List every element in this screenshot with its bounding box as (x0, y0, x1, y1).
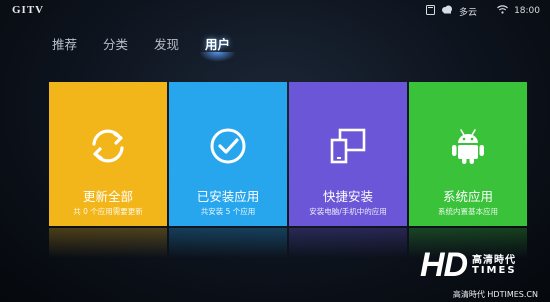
tile-subtitle: 系统内置基本应用 (438, 207, 498, 216)
tab-category[interactable]: 分类 (103, 34, 128, 53)
tile-reflection (49, 228, 167, 258)
watermark-name-en: TIMES (472, 265, 517, 276)
tile-subtitle: 共 0 个应用需要更新 (73, 207, 143, 216)
tile-subtitle: 共安装 5 个应用 (200, 207, 256, 216)
system-apps-tile[interactable]: 系统应用 系统内置基本应用 (409, 82, 527, 226)
status-bar: 多云 18:00 (426, 4, 540, 18)
android-icon (409, 124, 527, 168)
tile-title: 已安装应用 (196, 189, 260, 204)
gitv-logo: GITV (12, 4, 45, 16)
watermark-url: 高清時代 HDTIMES.CN (452, 290, 538, 299)
tile-title: 更新全部 (82, 189, 133, 204)
watermark-name-cn: 高清時代 (472, 255, 516, 266)
installed-apps-tile[interactable]: 已安装应用 共安装 5 个应用 (169, 82, 287, 226)
watermark-hd-logo: HD (420, 246, 468, 284)
quick-install-tile[interactable]: 快捷安装 安装电脑/手机中的应用 (289, 82, 407, 226)
tile-title: 快捷安装 (322, 189, 373, 204)
weather-text: 多云 (459, 7, 478, 18)
update-all-tile[interactable]: 更新全部 共 0 个应用需要更新 (49, 82, 167, 226)
tile-reflection (169, 228, 287, 258)
cloudy-weather-icon (441, 5, 453, 17)
app-tiles: 更新全部 共 0 个应用需要更新 已安装应用 共安装 5 个应用 快捷安装 安装… (49, 82, 527, 226)
tab-discover[interactable]: 发现 (154, 34, 179, 53)
clock-time: 18:00 (514, 6, 540, 16)
wifi-icon (497, 5, 508, 17)
top-nav-tabs: 推荐 分类 发现 用户 (52, 34, 237, 62)
checkmark-icon (169, 124, 287, 168)
tile-reflection (289, 228, 407, 258)
tab-user[interactable]: 用户 (199, 34, 237, 62)
tab-recommend[interactable]: 推荐 (52, 34, 77, 53)
hdtimes-watermark: HD 高清時代 TIMES 高清時代 HDTIMES.CN (420, 248, 538, 300)
notification-icon (426, 4, 436, 18)
refresh-icon (49, 124, 167, 168)
tile-subtitle: 安装电脑/手机中的应用 (309, 207, 387, 216)
tile-title: 系统应用 (442, 189, 493, 204)
devices-icon (289, 124, 407, 168)
